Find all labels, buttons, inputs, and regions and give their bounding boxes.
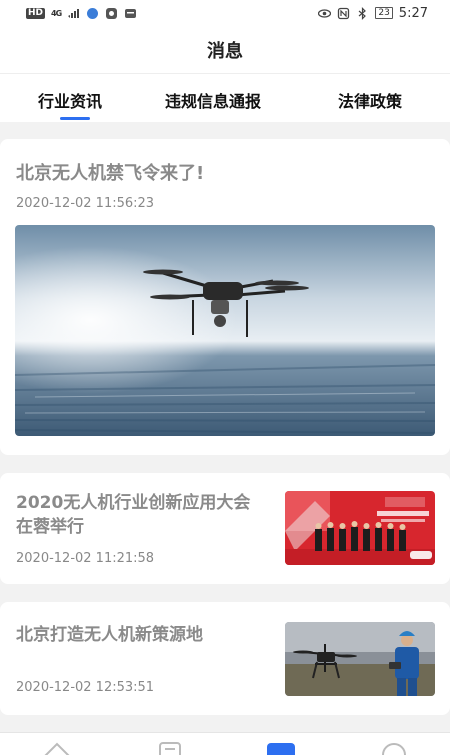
news-timestamp: 2020-12-02 11:56:23 — [16, 196, 155, 211]
app-notification-icon — [87, 7, 99, 19]
battery-icon: 23 — [375, 7, 393, 19]
document-icon[interactable] — [156, 741, 184, 755]
app-notification-icon-2 — [106, 7, 118, 19]
news-card-featured[interactable]: 北京无人机禁飞令来了! 2020-12-02 11:56:23 — [0, 139, 450, 455]
drone-city-image — [15, 225, 435, 436]
message-icon[interactable] — [267, 741, 295, 755]
tab-violation-reports[interactable]: 违规信息通报 — [165, 88, 261, 112]
news-card[interactable]: 2020无人机行业创新应用大会在蓉举行 2020-12-02 11:21:58 — [0, 473, 450, 584]
news-card[interactable]: 北京打造无人机新策源地 2020-12-02 12:53:51 — [0, 602, 450, 715]
news-title: 2020无人机行业创新应用大会在蓉举行 — [16, 493, 251, 537]
news-title: 北京无人机禁飞令来了! — [16, 163, 205, 184]
hd-badge: HD — [26, 7, 46, 19]
eye-icon — [318, 8, 332, 18]
page-title: 消息 — [207, 40, 243, 62]
wifi-icon — [68, 8, 80, 18]
home-icon[interactable] — [43, 741, 71, 755]
page-header: 消息 — [0, 26, 450, 74]
news-title: 北京打造无人机新策源地 — [16, 625, 203, 645]
status-bar-left: HD 4G — [26, 7, 137, 20]
active-tab-indicator — [60, 117, 90, 120]
news-timestamp: 2020-12-02 11:21:58 — [16, 551, 155, 566]
profile-icon[interactable] — [380, 741, 408, 755]
conference-thumbnail — [285, 491, 435, 565]
bottom-navigation — [0, 732, 450, 755]
pilot-drone-thumbnail — [285, 622, 435, 696]
news-timestamp: 2020-12-02 12:53:51 — [16, 680, 155, 695]
tab-legal-policy[interactable]: 法律政策 — [338, 88, 402, 112]
bluetooth-icon — [358, 6, 367, 20]
app-notification-icon-3 — [125, 8, 137, 18]
nfc-icon — [338, 7, 350, 19]
status-bar-right: 23 5:27 — [318, 6, 428, 21]
status-bar: HD 4G 23 5:27 — [0, 0, 450, 26]
category-tabs: 行业资讯 违规信息通报 法律政策 — [0, 74, 450, 122]
signal-icon: 4G — [51, 8, 62, 18]
tab-industry-news[interactable]: 行业资讯 — [38, 88, 102, 112]
status-time: 5:27 — [398, 5, 428, 21]
